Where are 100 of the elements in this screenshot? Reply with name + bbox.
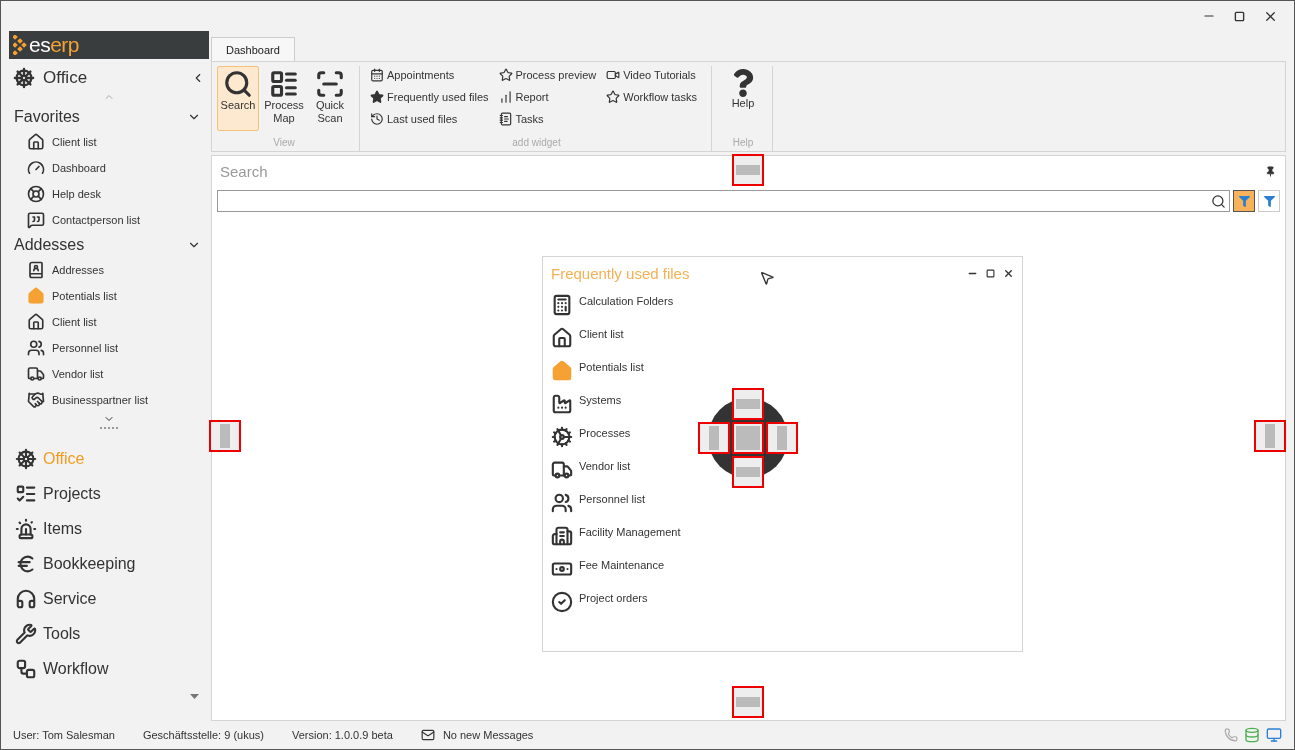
file-link[interactable]: Processes [579,426,631,459]
buildings-icon [551,525,573,547]
maximize-icon[interactable] [1234,10,1245,22]
workflow-icon [15,657,37,680]
group-caption: add widget [511,137,562,150]
widget-option[interactable]: Frequently used files [370,88,489,105]
factory-icon [551,393,573,415]
sidebar-item[interactable]: Businesspartner list [52,394,148,406]
history-icon [370,111,384,126]
dock-top-icon[interactable] [732,154,764,186]
module-item[interactable]: Service [9,581,209,616]
widget-option[interactable]: Last used files [370,110,489,127]
file-link[interactable]: Systems [579,393,622,426]
house-icon [551,327,573,349]
sidebar-item[interactable]: Client list [52,136,97,148]
widget-option[interactable]: Report [498,88,597,105]
dropdown-triangle-icon[interactable] [190,694,199,699]
file-link[interactable]: Fee Maintenance [579,558,664,591]
group-caption: Help [731,137,755,150]
house-icon [27,313,45,331]
dock-center-icon[interactable] [732,422,764,454]
house-icon [27,287,45,305]
dock-right-icon[interactable] [1254,420,1286,452]
handshake-icon [27,391,45,409]
layout-icon [269,69,299,99]
mail-icon [420,728,435,742]
logo-icon [13,35,27,55]
file-link[interactable]: Potentials list [579,360,644,393]
module-item[interactable]: Workflow [9,651,209,686]
widget-option[interactable]: Process preview [498,66,597,83]
dock-left-icon[interactable] [698,422,730,454]
close-icon[interactable] [1003,267,1014,279]
search-icon [223,69,253,99]
filter-button[interactable] [1233,190,1255,212]
module-title: Office [43,68,89,88]
lifebuoy-icon [27,185,45,203]
section-title: Favorites [14,108,81,126]
ribbon-tab[interactable]: Dashboard [211,37,295,62]
sidebar-item[interactable]: Client list [52,316,97,328]
search-field[interactable] [217,190,1230,212]
logo-text: eserp [29,33,80,57]
file-link[interactable]: Client list [579,327,624,360]
maximize-icon[interactable] [986,268,995,278]
sidebar-item[interactable]: Addresses [52,264,104,276]
status-messages: No new Messages [442,729,534,741]
sidebar-item[interactable]: Help desk [52,188,101,200]
database-icon[interactable] [1244,727,1260,743]
check-circle-icon [551,591,573,613]
file-link[interactable]: Vendor list [579,459,631,492]
status-branch: Geschäftsstelle: 9 (ukus) [142,729,264,741]
dock-bottom-icon[interactable] [732,686,764,718]
dock-top-icon[interactable] [732,388,764,420]
monitor-icon[interactable] [1266,727,1282,743]
sidebar-item[interactable]: Vendor list [52,368,104,380]
group-caption: View [272,137,296,150]
filter-icon [1238,195,1250,207]
pin-icon[interactable] [1265,165,1276,177]
ribbon-button[interactable]: Search [217,66,259,131]
status-version: Version: 1.0.0.9 beta [291,729,393,741]
file-link[interactable]: Calculation Folders [579,294,674,327]
widget-option[interactable]: Workflow tasks [606,88,697,105]
dock-left-icon[interactable] [209,420,241,452]
ribbon-button[interactable]: Process Map [263,66,305,131]
file-link[interactable]: Facility Management [579,525,681,558]
widget-option[interactable]: Appointments [370,66,489,83]
module-item[interactable]: Bookkeeping [9,546,209,581]
siren-icon [15,517,37,540]
section-title: Addesses [14,236,86,254]
sidebar-item[interactable]: Contactperson list [52,214,141,226]
file-link[interactable]: Project orders [579,591,648,624]
bars-icon [498,89,513,104]
ribbon-button[interactable]: Quick Scan [309,66,351,131]
widget-title: Frequently used files [551,264,690,282]
wrench-icon [15,622,37,645]
widget-option[interactable]: Video Tutorials [606,66,697,83]
file-link[interactable]: Personnel list [579,492,646,525]
module-item[interactable]: Projects [9,476,209,511]
star-icon [498,67,513,82]
search-icon[interactable] [1211,193,1226,209]
people-icon [551,492,573,514]
widget-option[interactable]: Tasks [498,110,597,127]
helm-icon [13,67,35,89]
truck-icon [551,459,573,481]
sidebar-item[interactable]: Dashboard [52,162,106,174]
filter-icon [1263,195,1275,207]
cogs-icon [551,426,573,448]
module-item[interactable]: Items [9,511,209,546]
gauge-icon [27,159,45,177]
address-book-icon [27,261,45,279]
sidebar-item[interactable]: Potentials list [52,290,117,302]
star-icon [370,89,384,104]
dock-right-icon[interactable] [766,422,798,454]
sidebar-item[interactable]: Personnel list [52,342,119,354]
people-icon [27,339,45,357]
module-item[interactable]: Tools [9,616,209,651]
phone-icon[interactable] [1224,728,1238,742]
notebook-icon [498,111,513,126]
truck-icon [27,365,45,383]
dock-bottom-icon[interactable] [732,456,764,488]
help-button[interactable]: Help [721,66,764,131]
